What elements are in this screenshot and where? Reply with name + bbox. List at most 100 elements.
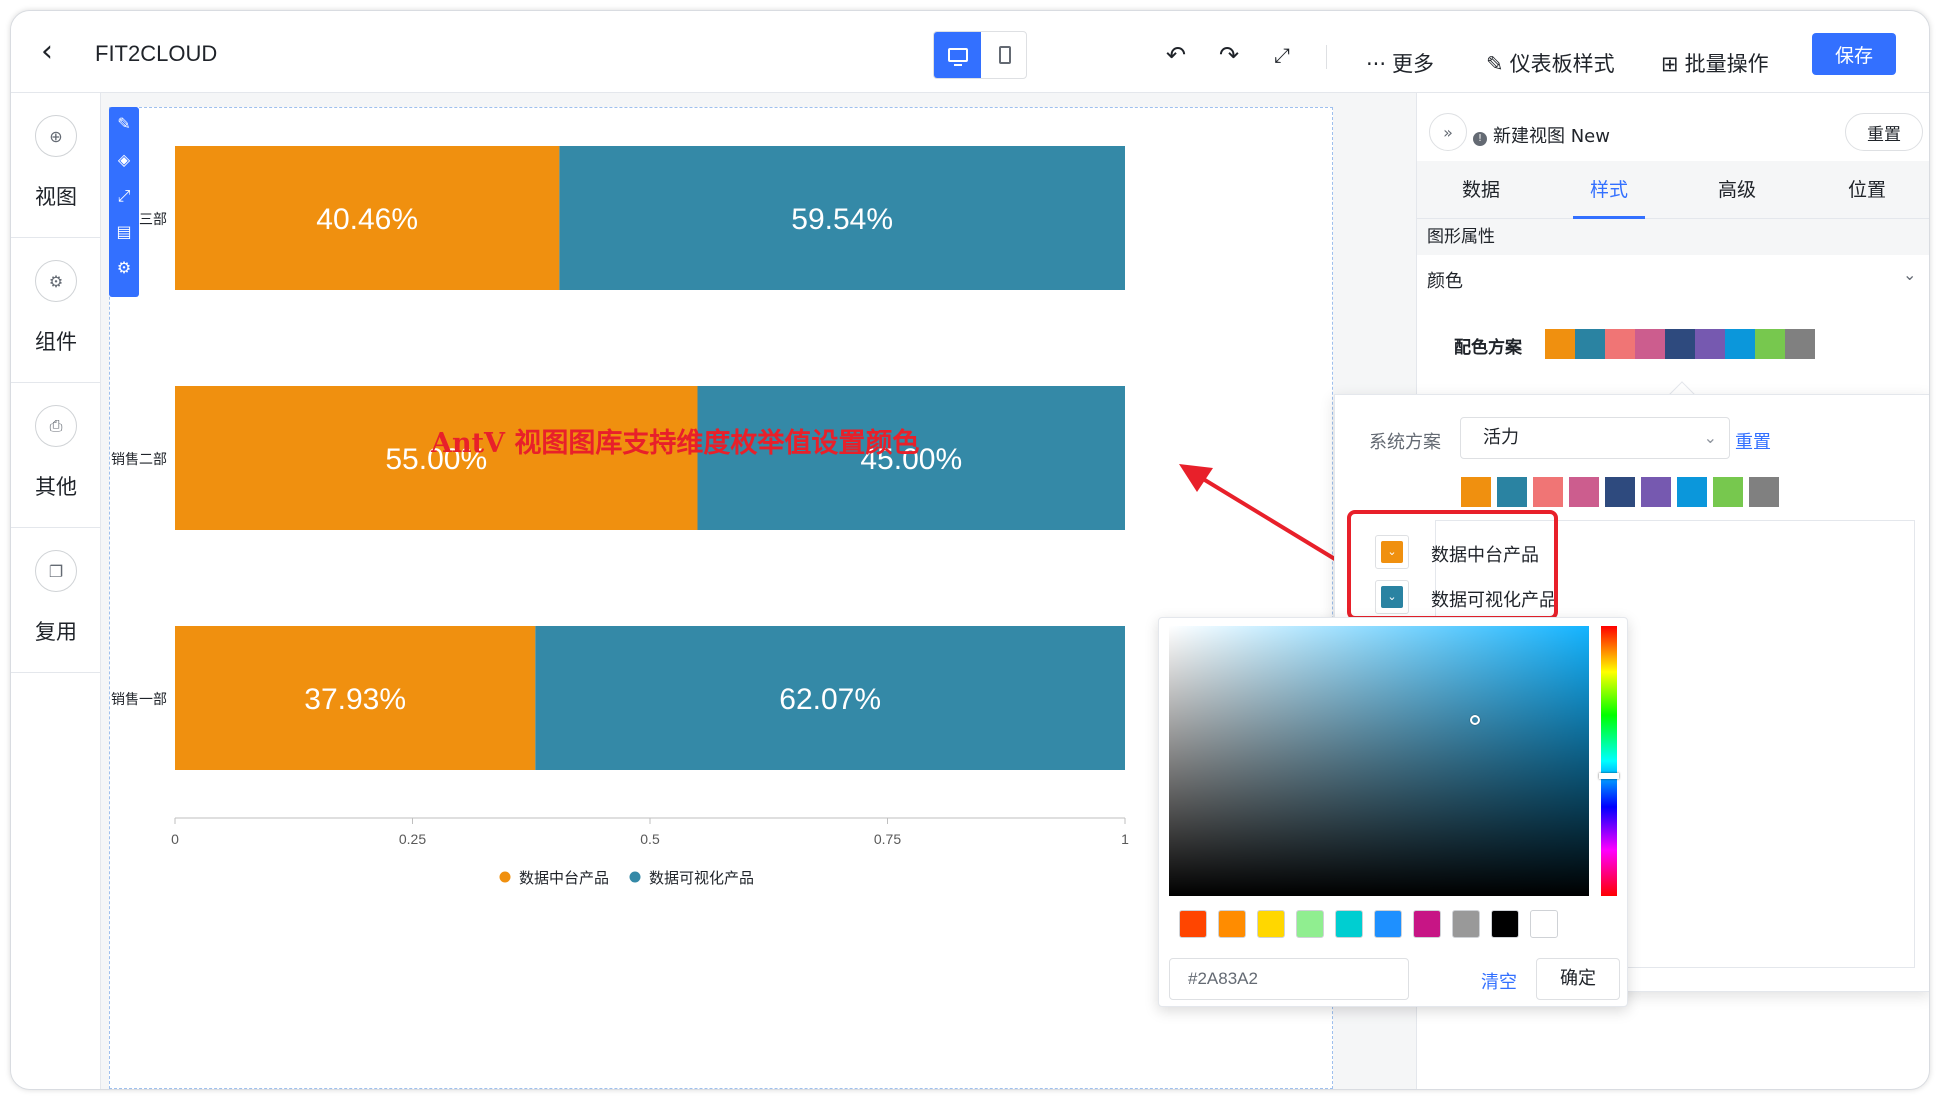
phone-icon	[998, 46, 1011, 64]
monitor-icon	[947, 48, 968, 66]
collapse-panel-icon[interactable]: »	[1429, 113, 1467, 151]
grid-icon: ⊞	[1661, 52, 1679, 76]
scheme-color-swatch[interactable]	[1785, 329, 1815, 359]
hue-slider[interactable]	[1601, 626, 1617, 896]
preset-color-swatch[interactable]	[1335, 910, 1363, 938]
x-tick-label: 0.5	[640, 831, 660, 847]
saturation-value-area[interactable]	[1169, 626, 1589, 896]
annotation-text: AntV 视图图库支持维度枚举值设置颜色	[431, 428, 920, 459]
tab-style[interactable]: 样式	[1573, 161, 1645, 219]
highlight-box	[1347, 510, 1558, 620]
dashboard-canvas[interactable]: 40.46% 59.54% 售三部 55.00% 45.00% 销售二部 37.93% 62.…	[109, 107, 1333, 1089]
tab-advanced[interactable]: 高级	[1673, 161, 1801, 219]
preset-color-swatch[interactable]	[1218, 910, 1246, 938]
color-scheme-strip[interactable]	[1545, 329, 1815, 359]
hex-color-input[interactable]: #2A83A2	[1169, 958, 1409, 1000]
sidebar-item-component[interactable]: ⚙ 组件	[11, 238, 101, 383]
clear-button[interactable]: 清空	[1481, 968, 1517, 994]
tab-data[interactable]: 数据	[1417, 161, 1545, 219]
scheme-color-swatch[interactable]	[1635, 329, 1665, 359]
scheme-color-swatch[interactable]	[1749, 477, 1779, 507]
scheme-color-swatch[interactable]	[1725, 329, 1755, 359]
chevron-down-icon: ⌄	[1903, 265, 1917, 284]
system-scheme-select[interactable]: 活力 ⌄	[1460, 417, 1730, 459]
data-label: 62.07%	[779, 683, 881, 716]
expand-icon[interactable]: ⤢	[113, 185, 135, 207]
brush-icon: ✎	[1486, 52, 1504, 76]
panel-tabs: 数据 样式 高级 位置	[1417, 161, 1929, 219]
tab-position[interactable]: 位置	[1803, 161, 1929, 219]
more-button[interactable]: ··· 更多	[1366, 48, 1434, 78]
preset-color-swatch[interactable]	[1530, 910, 1558, 938]
preset-color-swatch[interactable]	[1257, 910, 1285, 938]
preset-color-swatch[interactable]	[1491, 910, 1519, 938]
info-icon: !	[1473, 132, 1487, 146]
batch-operation-button[interactable]: ⊞ 批量操作	[1661, 48, 1769, 78]
fullscreen-icon[interactable]: ⤢	[1274, 45, 1290, 65]
scheme-color-swatch[interactable]	[1755, 329, 1785, 359]
ellipsis-icon: ···	[1366, 52, 1387, 76]
redo-icon[interactable]: ↷	[1219, 43, 1239, 67]
mobile-view-button[interactable]	[981, 32, 1028, 78]
scheme-color-swatch[interactable]	[1677, 477, 1707, 507]
section-title: 图形属性	[1417, 219, 1929, 255]
preset-color-swatch[interactable]	[1452, 910, 1480, 938]
scheme-swatches	[1461, 477, 1785, 507]
category-label: 销售二部	[111, 452, 167, 468]
scheme-color-swatch[interactable]	[1713, 477, 1743, 507]
confirm-button[interactable]: 确定	[1536, 958, 1620, 1000]
x-tick-label: 0	[171, 831, 179, 847]
scheme-color-swatch[interactable]	[1641, 477, 1671, 507]
edit-icon[interactable]: ✎	[113, 113, 135, 135]
scheme-color-swatch[interactable]	[1497, 477, 1527, 507]
annotation-arrow	[1179, 464, 1345, 566]
header-divider	[1326, 45, 1327, 69]
detail-icon[interactable]: ▤	[113, 221, 135, 243]
gear-icon: ⚙	[35, 260, 77, 302]
data-label: 40.46%	[316, 203, 418, 236]
color-cursor[interactable]	[1470, 715, 1480, 725]
settings-icon[interactable]: ⚙	[113, 257, 135, 279]
sidebar-item-reuse[interactable]: ❐ 复用	[11, 528, 101, 673]
scheme-color-swatch[interactable]	[1461, 477, 1491, 507]
x-tick-label: 0.75	[874, 831, 901, 847]
hue-slider-thumb[interactable]	[1599, 773, 1619, 779]
scheme-color-swatch[interactable]	[1575, 329, 1605, 359]
preset-color-swatch[interactable]	[1374, 910, 1402, 938]
view-title: ! 新建视图 New	[1473, 122, 1610, 148]
system-scheme-label: 系统方案	[1369, 432, 1441, 453]
back-icon[interactable]: ‹	[41, 37, 53, 67]
device-toggle	[933, 31, 1027, 79]
preset-color-swatch[interactable]	[1296, 910, 1324, 938]
sidebar-item-view[interactable]: ⊕ 视图	[11, 93, 101, 238]
scheme-color-swatch[interactable]	[1605, 329, 1635, 359]
legend-marker	[499, 871, 511, 883]
color-picker: #2A83A2 清空 确定	[1158, 617, 1628, 1007]
scheme-color-swatch[interactable]	[1545, 329, 1575, 359]
panel-reset-button[interactable]: 重置	[1845, 113, 1923, 151]
printer-icon: ⎙	[35, 405, 77, 447]
legend-marker	[629, 871, 641, 883]
x-tick-label: 1	[1121, 831, 1129, 847]
scheme-color-swatch[interactable]	[1695, 329, 1725, 359]
save-button[interactable]: 保存	[1812, 33, 1896, 75]
chart-toolbar: ✎ ◈ ⤢ ▤ ⚙	[109, 107, 139, 297]
color-scheme-label: 配色方案	[1454, 338, 1522, 358]
desktop-view-button[interactable]	[934, 32, 981, 78]
scheme-color-swatch[interactable]	[1665, 329, 1695, 359]
data-label: 59.54%	[791, 203, 893, 236]
scheme-color-swatch[interactable]	[1605, 477, 1635, 507]
dashboard-style-button[interactable]: ✎ 仪表板样式	[1486, 48, 1615, 78]
color-collapse-header[interactable]: 颜色 ⌄	[1417, 255, 1929, 303]
scheme-color-swatch[interactable]	[1569, 477, 1599, 507]
preset-color-swatch[interactable]	[1179, 910, 1207, 938]
preset-color-swatch[interactable]	[1413, 910, 1441, 938]
sidebar-item-other[interactable]: ⎙ 其他	[11, 383, 101, 528]
scheme-reset-link[interactable]: 重置	[1735, 428, 1771, 454]
x-tick-label: 0.25	[399, 831, 426, 847]
layers-icon[interactable]: ◈	[113, 149, 135, 171]
undo-icon[interactable]: ↶	[1166, 43, 1186, 67]
scheme-color-swatch[interactable]	[1533, 477, 1563, 507]
plus-circle-icon: ⊕	[35, 115, 77, 157]
legend-label: 数据可视化产品	[649, 869, 754, 887]
